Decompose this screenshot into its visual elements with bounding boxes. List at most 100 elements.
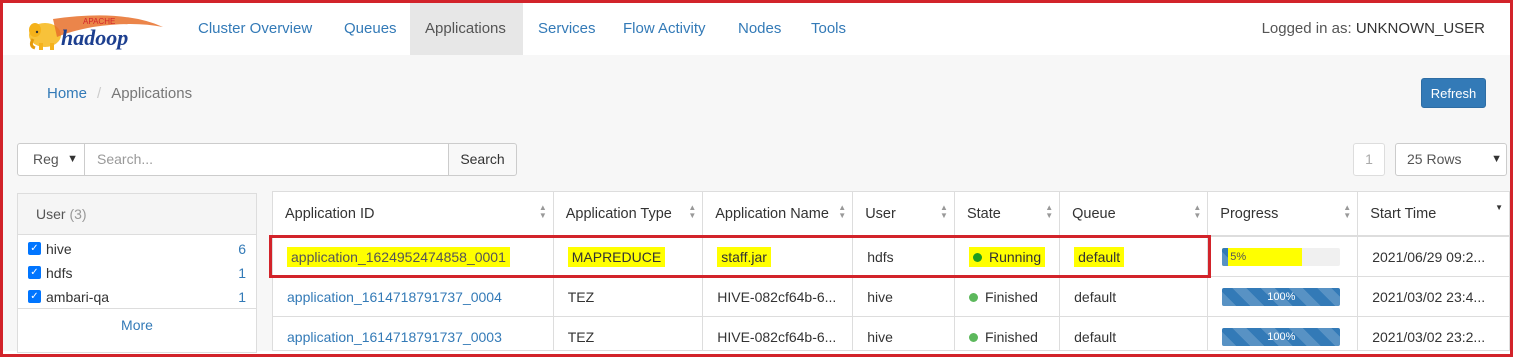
progress-label: 100% <box>1267 330 1296 343</box>
table-row[interactable]: application_1624952474858_0001 MAPREDUCE… <box>273 236 1510 277</box>
cell-application-type: TEZ <box>553 276 704 317</box>
breadcrumb-separator: / <box>97 85 102 102</box>
nav-applications[interactable]: Applications <box>410 3 523 55</box>
pagination-page-1[interactable]: 1 <box>1353 143 1385 176</box>
filter-item-count: 1 <box>238 265 246 281</box>
nav-nodes[interactable]: Nodes <box>723 3 796 55</box>
login-prefix: Logged in as: <box>1261 20 1352 37</box>
applications-table: Application ID ▲ ▼ Application Type ▲ ▼ Appl… <box>272 191 1510 351</box>
sort-icon[interactable]: ▲ ▼ <box>1045 204 1053 220</box>
breadcrumb: Home / Applications <box>47 85 192 102</box>
progress-bar: 100% <box>1222 327 1341 346</box>
filter-item-ambari-qa[interactable]: ✓ ambari-qa 1 <box>18 285 256 309</box>
rows-per-page-value: 25 Rows <box>1407 151 1462 167</box>
chevron-down-icon: ▼ <box>67 153 78 165</box>
hadoop-logo[interactable]: hadoop APACHE <box>23 13 171 53</box>
status-running-icon <box>972 252 982 262</box>
column-header-start-time[interactable]: Start Time ▼ <box>1357 192 1510 237</box>
column-header-state[interactable]: State ▲ ▼ <box>954 192 1061 237</box>
main-content: Home / Applications Refresh Reg ▼ Search..… <box>3 55 1510 353</box>
status-finished-icon <box>968 332 978 342</box>
sort-icon[interactable]: ▲ ▼ <box>539 204 547 220</box>
svg-text:hadoop: hadoop <box>61 25 128 50</box>
sort-icon[interactable]: ▲ ▼ <box>1343 204 1351 220</box>
checkbox-checked-icon[interactable]: ✓ <box>28 266 41 279</box>
status-finished-icon <box>968 292 978 302</box>
nav-cluster-overview[interactable]: Cluster Overview <box>183 3 327 55</box>
cell-application-id[interactable]: application_1624952474858_0001 <box>273 236 554 277</box>
filter-header: User (3) <box>18 194 256 235</box>
cell-queue: default <box>1059 316 1209 350</box>
user-filter-panel: User (3) ✓ hive 6 ✓ hdfs 1 ✓ ambari-qa 1… <box>17 193 257 353</box>
cell-application-type: TEZ <box>553 316 704 350</box>
filter-item-label: ambari-qa <box>46 289 110 305</box>
table-header-row: Application ID ▲ ▼ Application Type ▲ ▼ Appl… <box>273 192 1510 237</box>
cell-user: hdfs <box>852 236 955 277</box>
filter-item-label: hdfs <box>46 265 73 281</box>
filter-item-hive[interactable]: ✓ hive 6 <box>18 237 256 261</box>
cell-application-id[interactable]: application_1614718791737_0004 <box>273 276 554 317</box>
breadcrumb-home[interactable]: Home <box>47 85 87 102</box>
filter-item-count: 6 <box>238 241 246 257</box>
chevron-down-icon: ▼ <box>1491 153 1502 165</box>
cell-progress: 100% <box>1207 276 1359 317</box>
progress-bar: 5% <box>1222 247 1341 266</box>
nav-tools[interactable]: Tools <box>796 3 861 55</box>
nav-queues[interactable]: Queues <box>329 3 412 55</box>
cell-application-name: HIVE-082cf64b-6... <box>702 276 854 317</box>
filter-item-hdfs[interactable]: ✓ hdfs 1 <box>18 261 256 285</box>
column-header-application-type[interactable]: Application Type ▲ ▼ <box>553 192 704 237</box>
cell-start-time: 2021/03/02 23:2... <box>1357 316 1510 350</box>
progress-label: 100% <box>1267 290 1296 303</box>
refresh-button[interactable]: Refresh <box>1421 78 1486 108</box>
breadcrumb-current: Applications <box>111 85 193 102</box>
cell-state: Running <box>954 236 1061 277</box>
cell-user: hive <box>852 316 955 350</box>
filter-more-link[interactable]: More <box>18 308 256 341</box>
filter-title: User <box>36 206 66 222</box>
column-header-user[interactable]: User ▲ ▼ <box>852 192 955 237</box>
svg-text:APACHE: APACHE <box>83 17 115 26</box>
sort-desc-icon[interactable]: ▼ <box>1495 204 1503 212</box>
cell-queue: default <box>1059 276 1209 317</box>
cell-state: Finished <box>954 276 1061 317</box>
search-button[interactable]: Search <box>448 143 517 176</box>
sort-icon[interactable]: ▲ ▼ <box>1193 204 1201 220</box>
cell-progress: 100% <box>1207 316 1359 350</box>
login-status: Logged in as: UNKNOWN_USER <box>1262 3 1485 55</box>
cell-user: hive <box>852 276 955 317</box>
progress-label: 5% <box>1230 250 1247 263</box>
column-header-application-id[interactable]: Application ID ▲ ▼ <box>273 192 554 237</box>
column-header-queue[interactable]: Queue ▲ ▼ <box>1059 192 1209 237</box>
cell-application-id[interactable]: application_1614718791737_0003 <box>273 316 554 350</box>
filter-item-count: 1 <box>238 289 246 305</box>
checkbox-checked-icon[interactable]: ✓ <box>28 290 41 303</box>
search-mode-select[interactable]: Reg ▼ <box>17 143 85 176</box>
filter-item-label: hive <box>46 241 72 257</box>
progress-bar: 100% <box>1222 287 1341 306</box>
cell-application-type: MAPREDUCE <box>553 236 704 277</box>
search-input[interactable]: Search... <box>85 143 449 176</box>
cell-start-time: 2021/03/02 23:4... <box>1357 276 1510 317</box>
checkbox-checked-icon[interactable]: ✓ <box>28 242 41 255</box>
cell-state: Finished <box>954 316 1061 350</box>
cell-start-time: 2021/06/29 09:2... <box>1357 236 1510 277</box>
cell-application-name: staff.jar <box>702 236 854 277</box>
column-header-application-name[interactable]: Application Name ▲ ▼ <box>702 192 854 237</box>
search-mode-value: Reg <box>33 151 59 167</box>
filter-count: (3) <box>69 206 87 222</box>
column-header-progress[interactable]: Progress ▲ ▼ <box>1207 192 1359 237</box>
table-row[interactable]: application_1614718791737_0004 TEZ HIVE-… <box>273 276 1510 317</box>
rows-per-page-select[interactable]: 25 Rows ▼ <box>1395 143 1507 176</box>
nav-services[interactable]: Services <box>523 3 611 55</box>
table-row[interactable]: application_1614718791737_0003 TEZ HIVE-… <box>273 316 1510 350</box>
top-navbar: hadoop APACHE Cluster Overview Queues Ap… <box>3 3 1510 56</box>
cell-application-name: HIVE-082cf64b-6... <box>702 316 854 350</box>
cell-queue: default <box>1059 236 1209 277</box>
sort-icon[interactable]: ▲ ▼ <box>688 204 696 220</box>
sort-icon[interactable]: ▲ ▼ <box>838 204 846 220</box>
login-user: UNKNOWN_USER <box>1355 20 1485 37</box>
cell-progress: 5% <box>1207 236 1359 277</box>
nav-flow-activity[interactable]: Flow Activity <box>608 3 721 55</box>
sort-icon[interactable]: ▲ ▼ <box>940 204 948 220</box>
